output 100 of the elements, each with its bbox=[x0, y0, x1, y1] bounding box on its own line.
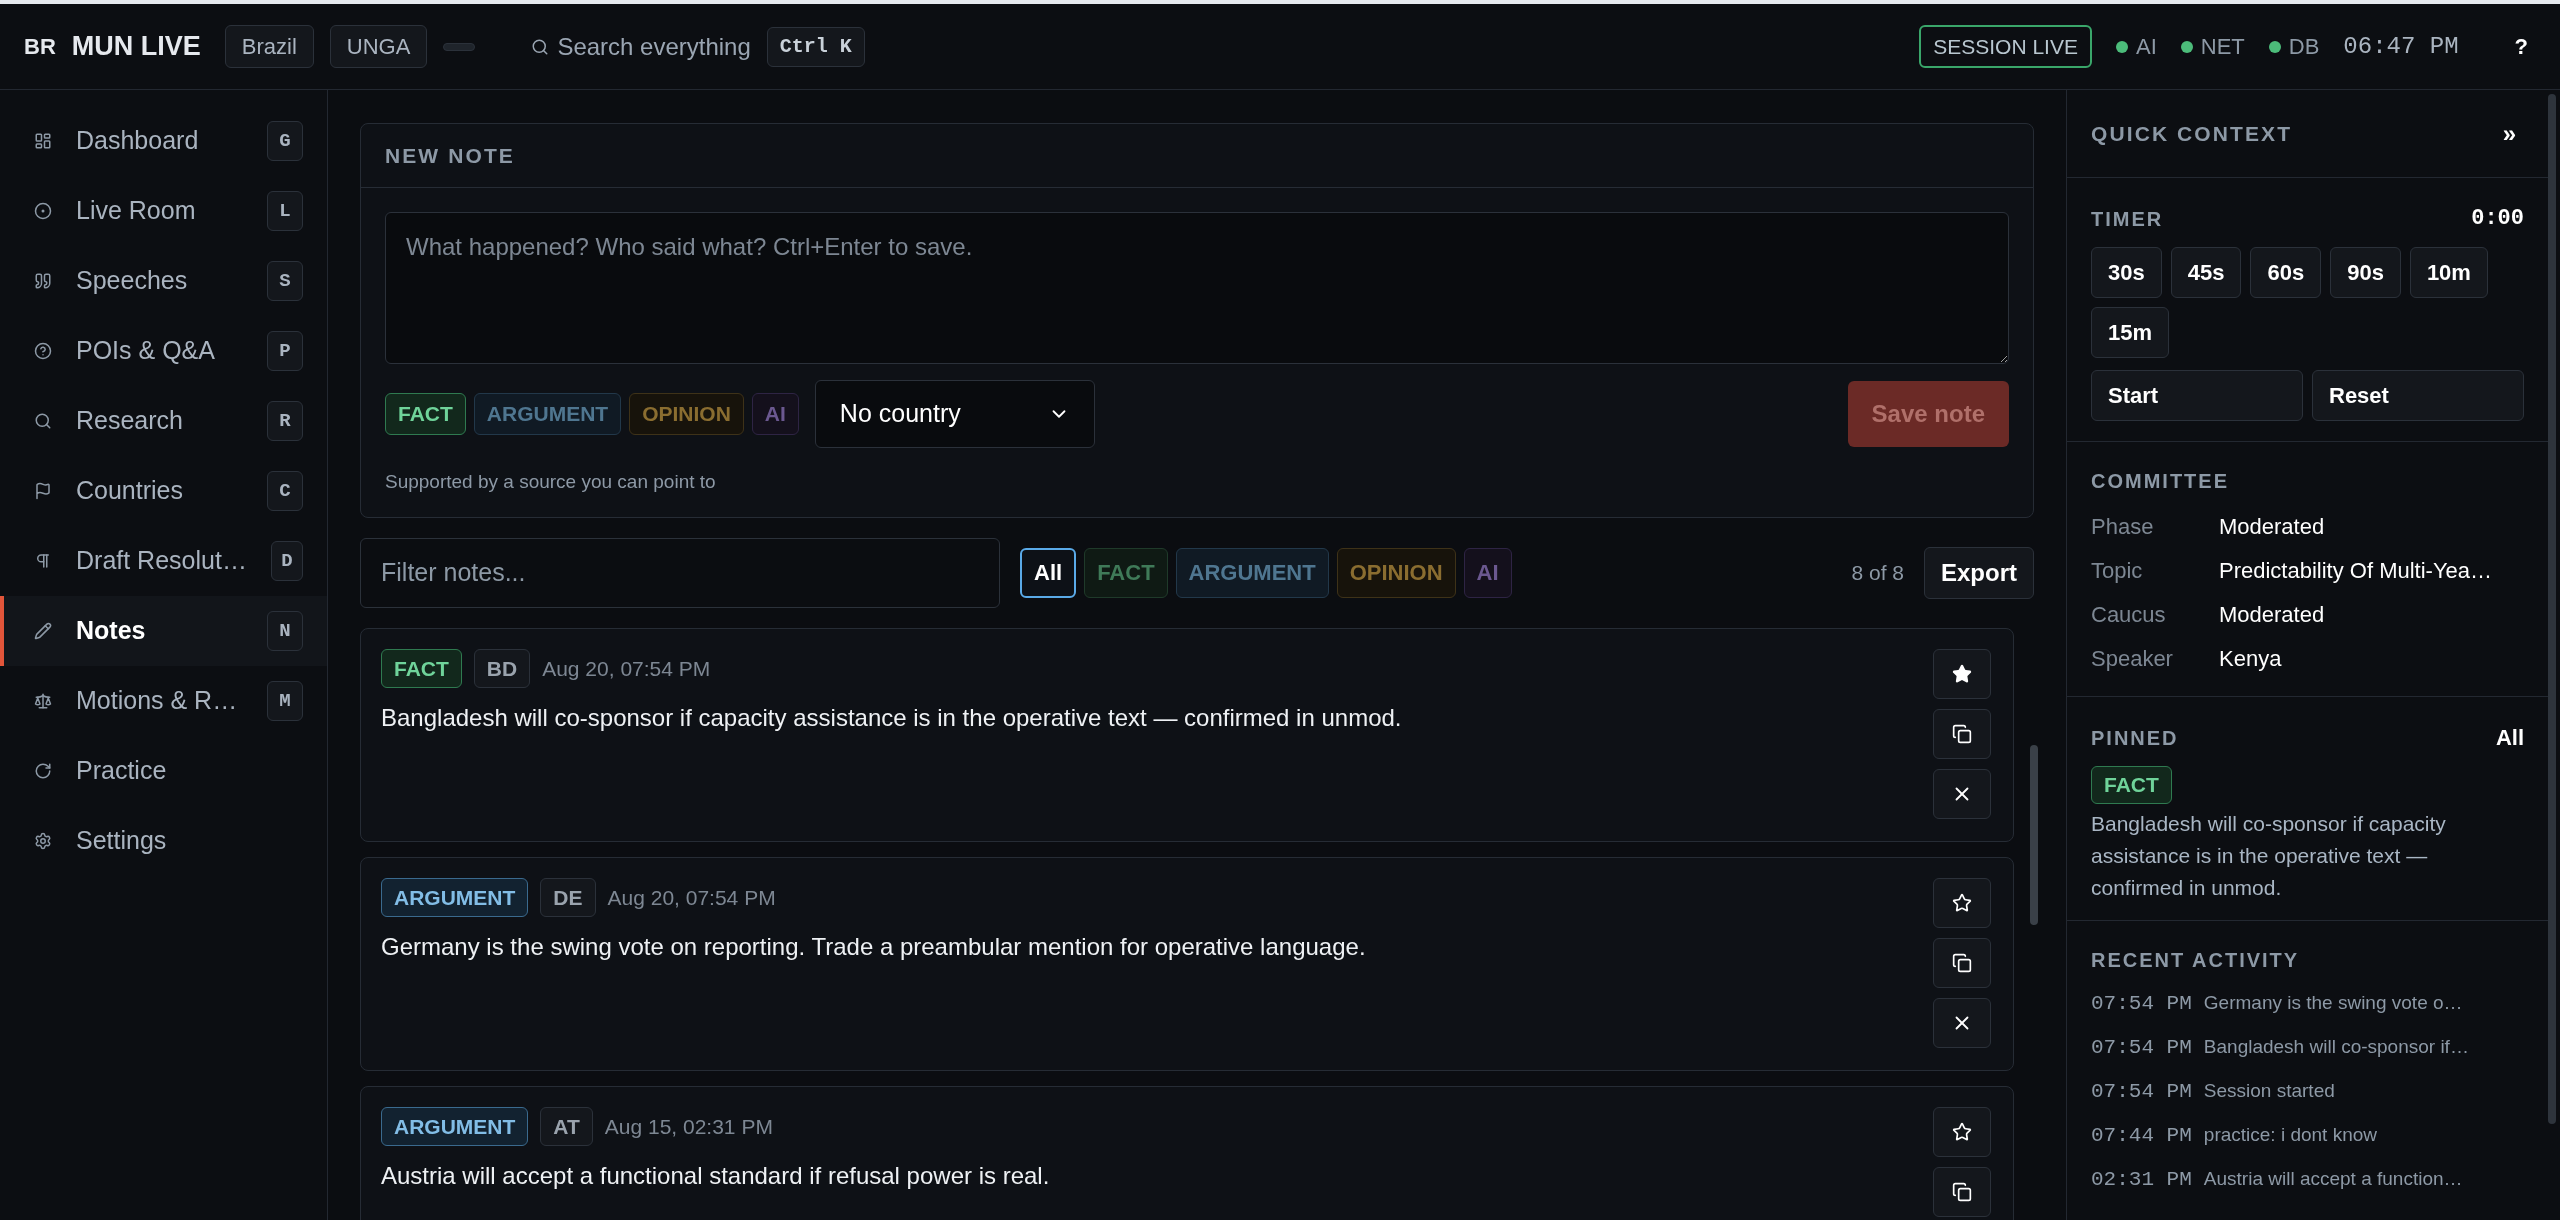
nav-item[interactable]: Speeches S bbox=[0, 246, 327, 316]
nav-icon bbox=[34, 622, 52, 640]
nav-icon bbox=[34, 692, 52, 710]
empty-chip bbox=[443, 42, 476, 51]
all-link[interactable]: All bbox=[2495, 721, 2524, 754]
copy-icon bbox=[1952, 723, 1972, 744]
nav-item[interactable]: Research R bbox=[0, 386, 327, 456]
copy-icon bbox=[1952, 1181, 1972, 1202]
note-text: Austria will accept a functional standard if refusal power is real. bbox=[381, 1161, 1051, 1191]
timer-preset-button[interactable]: 10m bbox=[2409, 247, 2488, 298]
field-label: Phase bbox=[2091, 512, 2155, 541]
country-code-tag: DE bbox=[540, 877, 596, 917]
note-tag: FACT bbox=[2091, 766, 2172, 804]
timer-preset-button[interactable]: 30s bbox=[2091, 247, 2162, 298]
collapse-button[interactable]: » bbox=[2494, 115, 2524, 152]
country-select[interactable]: No country bbox=[814, 380, 1095, 448]
nav-item[interactable]: Settings bbox=[0, 806, 327, 876]
section-title: RECENT ACTIVITY bbox=[2091, 947, 2301, 973]
status-label: AI bbox=[2135, 33, 2157, 61]
star-button[interactable] bbox=[1933, 648, 1991, 699]
copy-button[interactable] bbox=[1933, 937, 1991, 988]
filter-chip[interactable]: ARGUMENT bbox=[1175, 547, 1329, 598]
nav-item[interactable]: Countries C bbox=[0, 456, 327, 526]
nav-item[interactable]: Dashboard G bbox=[0, 106, 327, 176]
start-button[interactable]: Start bbox=[2091, 370, 2303, 421]
note-input[interactable]: What happened? Who said what? Ctrl+Enter to save. bbox=[385, 212, 2009, 364]
nav-item[interactable]: Motions & R… M bbox=[0, 666, 327, 736]
tag-toggle[interactable]: ARGUMENT bbox=[473, 393, 622, 435]
tag-toggle[interactable]: OPINION bbox=[629, 393, 744, 435]
shortcut-key: L bbox=[267, 191, 303, 231]
star-icon bbox=[1952, 1121, 1972, 1142]
delete-button[interactable] bbox=[1933, 997, 1991, 1048]
context-chip[interactable]: Brazil bbox=[224, 25, 314, 68]
nav-item[interactable]: Practice bbox=[0, 736, 327, 806]
session-status: SESSION LIVE bbox=[1919, 24, 2092, 69]
note-text: Bangladesh will co-sponsor if capacity assistance is in the operative text — confirmed in unmod. bbox=[381, 703, 1403, 733]
star-icon bbox=[1952, 892, 1972, 913]
nav-item[interactable]: Draft Resolut… D bbox=[0, 526, 327, 596]
filter-chip[interactable]: OPINION bbox=[1336, 547, 1456, 598]
nav-icon bbox=[34, 552, 52, 570]
nav-icon bbox=[34, 482, 52, 500]
section-title: COMMITTEE bbox=[2091, 469, 2230, 494]
activity-time: 07:54 PM bbox=[2091, 990, 2192, 1017]
filter-chip[interactable]: FACT bbox=[1084, 547, 1168, 598]
star-button[interactable] bbox=[1933, 877, 1991, 928]
timer-preset-button[interactable]: 45s bbox=[2170, 247, 2242, 298]
activity-text: practice: i dont know bbox=[2203, 1123, 2378, 1148]
shortcut-key: P bbox=[267, 331, 303, 371]
pinned-note-text: Bangladesh will co-sponsor if capacity assistance is in the operative text — confirmed in unmod. bbox=[2091, 810, 2447, 901]
activity-time: 07:44 PM bbox=[2091, 1122, 2192, 1149]
activity-text: Austria will accept a function… bbox=[2203, 1167, 2463, 1192]
country-code-tag: AT bbox=[540, 1106, 593, 1146]
field-label: Speaker bbox=[2091, 644, 2174, 673]
shortcut-key: C bbox=[267, 471, 303, 511]
nav-icon bbox=[34, 272, 52, 290]
status-label: NET bbox=[2200, 33, 2245, 61]
timer-preset-button[interactable]: 15m bbox=[2091, 307, 2170, 358]
country-code-tag: BD bbox=[473, 648, 531, 688]
shortcut-key: R bbox=[267, 401, 303, 441]
field-label: Caucus bbox=[2091, 600, 2167, 629]
section-title: PINNED bbox=[2091, 725, 2179, 751]
nav-item[interactable]: Live Room L bbox=[0, 176, 327, 246]
timer-value: 0:00 bbox=[2471, 205, 2524, 233]
app-title: MUN LIVE bbox=[71, 30, 201, 64]
star-button[interactable] bbox=[1933, 1106, 1991, 1157]
nav-item[interactable]: Notes N bbox=[0, 596, 327, 666]
field-value: Moderated bbox=[2219, 600, 2325, 629]
nav-icon bbox=[34, 762, 52, 780]
tag-toggle[interactable]: FACT bbox=[385, 393, 466, 435]
section-title: TIMER bbox=[2091, 206, 2164, 232]
timer-preset-button[interactable]: 90s bbox=[2330, 247, 2401, 298]
reset-button[interactable]: Reset bbox=[2312, 370, 2524, 421]
activity-text: Bangladesh will co-sponsor if… bbox=[2203, 1035, 2469, 1060]
card-title: NEW NOTE bbox=[385, 142, 515, 169]
nav-icon bbox=[34, 132, 52, 150]
help-button[interactable]: ? bbox=[2506, 30, 2536, 63]
field-value: Moderated bbox=[2219, 512, 2325, 541]
filter-chip[interactable]: All bbox=[1020, 547, 1077, 598]
activity-time: 07:54 PM bbox=[2091, 1078, 2192, 1105]
filter-field[interactable]: Filter notes... bbox=[360, 537, 1000, 608]
copy-button[interactable] bbox=[1933, 708, 1991, 759]
panel-title: QUICK CONTEXT bbox=[2091, 120, 2293, 147]
copy-button[interactable] bbox=[1933, 1166, 1991, 1217]
context-chip[interactable]: UNGA bbox=[329, 25, 428, 68]
nav-item[interactable]: POIs & Q&A P bbox=[0, 316, 327, 386]
field-value: Kenya bbox=[2219, 644, 2282, 673]
note-tag: ARGUMENT bbox=[381, 1106, 529, 1146]
shortcut-key: Ctrl K bbox=[766, 26, 865, 67]
activity-time: 02:31 PM bbox=[2091, 1166, 2192, 1193]
search-button[interactable]: Search everything bbox=[531, 28, 751, 65]
shortcut-key: G bbox=[267, 121, 303, 161]
search-icon bbox=[531, 37, 550, 56]
shortcut-key: S bbox=[267, 261, 303, 301]
field-value: Predictability Of Multi-Yea… bbox=[2219, 556, 2493, 585]
activity-time: 07:54 PM bbox=[2091, 1034, 2192, 1061]
copy-icon bbox=[1952, 952, 1972, 973]
export-button[interactable]: Export bbox=[1924, 546, 2034, 599]
timer-preset-button[interactable]: 60s bbox=[2250, 247, 2322, 298]
nav-icon bbox=[34, 412, 52, 430]
delete-button[interactable] bbox=[1933, 768, 1991, 819]
